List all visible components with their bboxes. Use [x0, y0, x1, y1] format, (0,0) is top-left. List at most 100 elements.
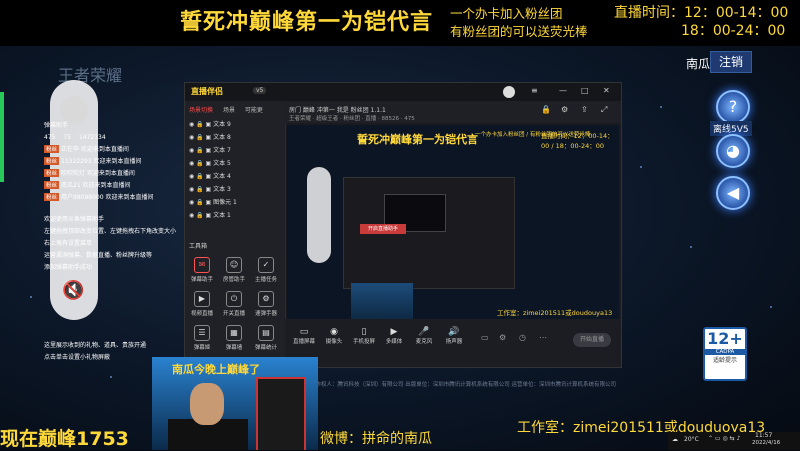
chat-row: 粉丝 吹吹吹灯 欢迎来到本直播间 [44, 168, 192, 177]
maximize-icon[interactable]: □ [581, 86, 589, 95]
live-time-1: 直播时间：12：00-14：00 [614, 5, 789, 21]
phone-cast-button[interactable]: ▯ 手机投屏 [351, 327, 377, 345]
gamepad-icon[interactable]: ◕ [716, 134, 750, 168]
edge-indicator [0, 92, 4, 182]
expand-icon[interactable]: ⤢ [601, 105, 607, 115]
danmaku-stats-button[interactable]: ▤ 弹幕统计 [251, 325, 281, 351]
tab-scene[interactable]: 场景 [223, 105, 235, 114]
media-button[interactable]: ▶ 多媒体 [381, 327, 407, 345]
phone-icon: ▯ [361, 327, 367, 337]
button-label: 多媒体 [385, 339, 403, 345]
preview-red-button: 开启直播助手 [360, 224, 406, 234]
tool-label: 主播任务 [254, 277, 277, 283]
timer-icon[interactable]: ◷ [519, 333, 526, 342]
danmaku-wall-button[interactable]: ▦ 弹幕墙 [219, 325, 249, 351]
menu-icon[interactable]: ≡ [531, 86, 538, 95]
video-icon: ▶ [194, 291, 210, 307]
tab-more[interactable]: 可能更 [245, 105, 263, 114]
fan-badge: 粉丝 [44, 193, 60, 201]
wall-icon: ▦ [226, 325, 242, 341]
scene-item[interactable]: ◉ 🔒 ▣ 文本 4 [189, 171, 231, 180]
streaming-app-window: 直播伴侣 v5 ≡ — □ ✕ 场景切换 场景 可能更 ◉ 🔒 ▣ 文本 9 ◉… [184, 82, 622, 368]
danmaku-ji-button[interactable]: ☰ 弹幕姬 [187, 325, 217, 351]
chat-row: 粉丝 11322293 欢迎来到本直播间 [44, 156, 192, 165]
age-notice: 适龄提示 [712, 357, 737, 364]
fan-badge: 粉丝 [44, 157, 60, 165]
live-toggle-button[interactable]: ⏻ 开关直播 [219, 291, 249, 317]
button-label: 摄像头 [325, 339, 343, 345]
streamer-task-button[interactable]: ✓ 主播任务 [251, 257, 281, 283]
fan-badge: 粉丝 [44, 145, 60, 153]
preview-volume-slider [307, 167, 331, 263]
power-icon: ⏻ [226, 291, 242, 307]
scene-item[interactable]: ◉ 🔒 ▣ 文本 8 [189, 132, 231, 141]
scene-item[interactable]: ◉ 🔒 ▣ 文本 5 [189, 158, 231, 167]
settings-icon[interactable]: ⚙ [499, 333, 506, 342]
tool-label: 弹幕统计 [254, 345, 277, 351]
record-icon[interactable]: ▭ [481, 333, 489, 342]
clock-time: 11:57 [755, 432, 773, 439]
webcam-overlay: 南瓜今晚上巅峰了 [152, 357, 318, 450]
camera-button[interactable]: ◉ 摄像头 [321, 327, 347, 345]
fan-count: 75 [63, 134, 72, 141]
scene-label: 文本 4 [213, 173, 231, 180]
speaker-icon: 🔊 [448, 327, 460, 337]
room-admin-button[interactable]: ☺ 房管助手 [219, 257, 249, 283]
button-label: 直播屏幕 [292, 339, 315, 345]
preview-title: 誓死冲巅峰第一为铠代言 [357, 133, 478, 146]
quick-device-button[interactable]: ⚙ 速弹手器 [251, 291, 281, 317]
video-live-button[interactable]: ▶ 视频直播 [187, 291, 217, 317]
age-rating: 12+ [707, 329, 743, 348]
lock-icon[interactable]: 🔒 [541, 105, 551, 114]
scene-item[interactable]: ◉ 🔒 ▣ 图像元 1 [189, 197, 237, 206]
chat-row: 粉丝 正在申 欢迎来到本直播间 [44, 144, 192, 153]
settings-icon[interactable]: ⚙ [561, 105, 568, 114]
scene-label: 图像元 1 [213, 199, 237, 206]
task-icon: ✓ [258, 257, 274, 273]
scene-item[interactable]: ◉ 🔒 ▣ 文本 3 [189, 184, 231, 193]
tool-label: 房管助手 [222, 277, 245, 283]
fan-club-line-1: 一个办卡加入粉丝团 [450, 6, 563, 21]
screen-capture-button[interactable]: ▭ 直播屏幕 [291, 327, 317, 345]
help-text: 左键拖拽顶部改变位置、左键拖拽右下角改变大小 [44, 228, 177, 235]
microphone-button[interactable]: 🎤 麦克风 [411, 327, 437, 345]
start-live-button[interactable]: 开始直播 [573, 333, 611, 347]
scene-label: 文本 3 [213, 186, 231, 193]
tray-icons[interactable]: ⌃ ▭ ◎ ⇆ ♪ [708, 435, 740, 442]
more-icon[interactable]: ⋯ [539, 333, 547, 342]
close-icon[interactable]: ✕ [603, 86, 610, 95]
chat-row: 粉丝 南瓜21 欢迎来到本直播间 [44, 180, 192, 189]
scene-label: 文本 1 [213, 212, 231, 219]
speaker-button[interactable]: 🔊 扬声器 [441, 327, 467, 345]
chat-row: 粉丝 用户98098000 欢迎来到本直播间 [44, 192, 192, 201]
help-text: 右上角有设置菜单 [44, 240, 93, 247]
scene-item[interactable]: ◉ 🔒 ▣ 文本 9 [189, 119, 231, 128]
scene-label: 文本 9 [213, 121, 231, 128]
button-label: 手机投屏 [352, 339, 375, 345]
gaming-chair [256, 377, 306, 450]
user-icon: ☺ [226, 257, 242, 273]
tool-label: 弹幕助手 [190, 277, 213, 283]
fan-club-line-2: 有粉丝团的可以送荧光棒 [450, 24, 588, 39]
app-titlebar: 直播伴侣 v5 ≡ — □ ✕ [185, 83, 621, 101]
scene-item[interactable]: ◉ 🔒 ▣ 文本 7 [189, 145, 231, 154]
clock-date: 2022/4/16 [752, 440, 781, 446]
scene-sidebar: 场景切换 场景 可能更 ◉ 🔒 ▣ 文本 9 ◉ 🔒 ▣ 文本 8 ◉ 🔒 ▣ … [185, 101, 286, 367]
button-label: 麦克风 [415, 339, 433, 345]
scene-tags: 王者荣耀 · 超级王者 · 粉丝团 · 直播 · 88526 · 475 [289, 116, 415, 122]
tab-scene-switch[interactable]: 场景切换 [189, 105, 213, 114]
danmaku-assistant-button[interactable]: ✉ 弹幕助手 [187, 257, 217, 283]
question-icon[interactable]: ? [716, 90, 750, 124]
chat-header: 弹幕助手 [44, 122, 69, 129]
share-icon[interactable]: ⇪ [581, 105, 588, 114]
avatar[interactable] [503, 86, 515, 98]
device-icon: ⚙ [258, 291, 274, 307]
scene-item[interactable]: ◉ 🔒 ▣ 文本 1 [189, 210, 231, 219]
logout-button[interactable]: 注销 [710, 51, 752, 73]
speaker-icon[interactable]: ◀ [716, 176, 750, 210]
chat-stats: 475 75 1472334 [44, 132, 192, 141]
gift-notice: 这里展示收到的礼物、道具、贵族开通 [44, 342, 147, 349]
minimize-icon[interactable]: — [559, 86, 567, 95]
scene-label: 文本 7 [213, 147, 231, 154]
chat-icon: ✉ [194, 257, 210, 273]
